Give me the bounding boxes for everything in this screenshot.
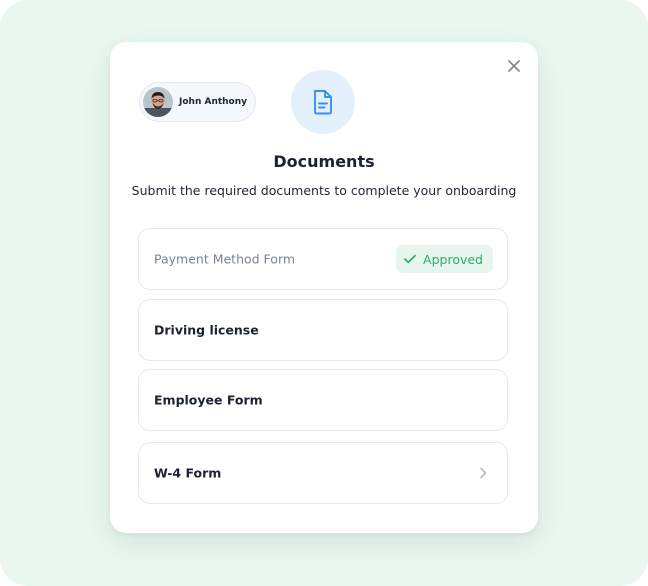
document-label: W-4 Form <box>154 465 222 481</box>
document-label: Employee Form <box>154 392 263 408</box>
document-icon <box>314 90 332 115</box>
page-subtitle: Submit the required documents to complet… <box>131 183 517 198</box>
document-label: Driving license <box>154 322 259 338</box>
close-icon <box>508 60 520 72</box>
page-title: Documents <box>273 152 375 171</box>
close-button[interactable] <box>506 58 522 74</box>
status-badge: Approved <box>396 245 493 273</box>
user-chip: John Anthony <box>139 82 257 122</box>
document-item-w4-form[interactable]: W-4 Form <box>138 442 508 504</box>
document-label: Payment Method Form <box>154 251 296 267</box>
document-item-employee-form[interactable]: Employee Form <box>138 369 508 431</box>
document-item-payment-method-form[interactable]: Payment Method Form Approved <box>138 228 508 290</box>
document-icon-badge <box>291 70 355 134</box>
document-item-driving-license[interactable]: Driving license <box>138 299 508 361</box>
status-badge-label: Approved <box>423 251 483 267</box>
check-icon <box>404 254 416 264</box>
user-name: John Anthony <box>179 97 248 107</box>
avatar <box>143 87 173 117</box>
documents-modal: John Anthony Documents Submit the requir… <box>110 42 538 533</box>
chevron-right-icon <box>480 467 487 479</box>
